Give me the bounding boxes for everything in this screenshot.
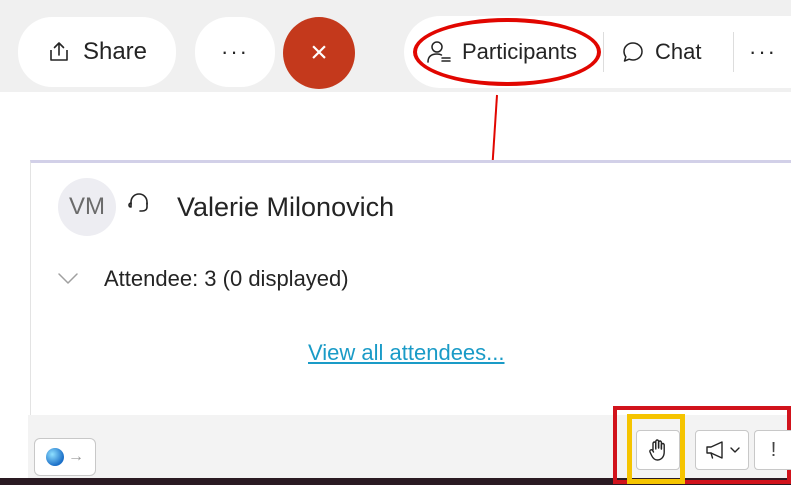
app-logo-icon xyxy=(46,448,64,466)
headset-icon xyxy=(126,190,152,216)
chevron-down-icon xyxy=(730,446,740,454)
more-icon: ! xyxy=(770,438,777,461)
arrow-right-icon: → xyxy=(68,448,84,465)
more-actions-button[interactable]: ! xyxy=(754,430,791,470)
highlight-box-yellow-annotation xyxy=(627,414,685,484)
presenter-name: Valerie Milonovich xyxy=(177,192,395,222)
avatar-initials: VM xyxy=(69,193,105,220)
avatar: VM xyxy=(58,178,116,236)
attendee-section-header[interactable]: Attendee: 3 (0 displayed) xyxy=(104,266,349,292)
view-all-attendees-link[interactable]: View all attendees... xyxy=(308,340,505,366)
megaphone-dropdown-button[interactable] xyxy=(695,430,749,470)
app-switch-button[interactable]: → xyxy=(34,438,96,476)
megaphone-icon xyxy=(704,440,728,460)
chevron-down-icon[interactable] xyxy=(57,272,79,286)
